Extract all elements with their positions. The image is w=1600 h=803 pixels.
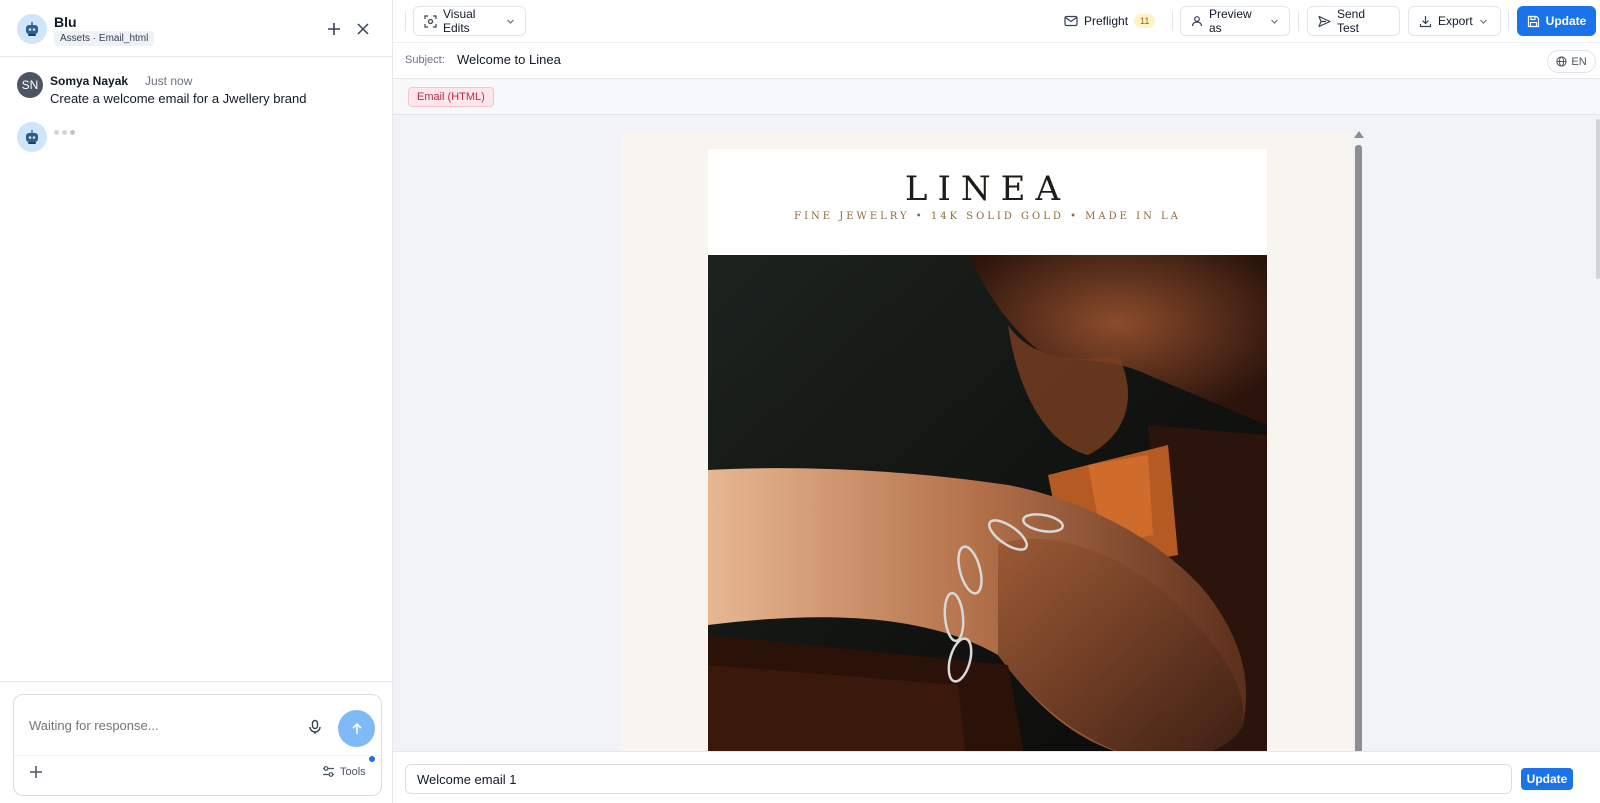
sliders-icon (323, 766, 334, 777)
assistant-name: Blu (54, 14, 77, 30)
mail-icon (1064, 15, 1078, 27)
plus-icon (328, 23, 340, 35)
globe-icon (1556, 56, 1567, 67)
subject-label: Subject: (405, 54, 445, 66)
download-icon (1419, 15, 1432, 27)
update-label: Update (1545, 14, 1587, 28)
chevron-down-icon (1271, 19, 1278, 24)
toolbar: Visual Edits Preflight 11 Preview as Sen… (393, 0, 1600, 43)
preflight-count-badge: 11 (1134, 14, 1156, 28)
subject-row: Subject: Welcome to Linea EN (393, 43, 1600, 79)
asset-name-input[interactable] (405, 764, 1512, 794)
composer-area: Tools (0, 681, 392, 803)
chat-header: Blu Assets · Email_html (0, 0, 392, 57)
user-icon (1191, 16, 1203, 27)
scroll-up-arrow[interactable] (1354, 131, 1364, 138)
notification-dot (369, 756, 375, 762)
export-dropdown[interactable]: Export (1408, 6, 1501, 36)
send-icon (1318, 15, 1331, 27)
loading-dots (54, 130, 75, 135)
user-avatar: SN (17, 72, 43, 98)
brand-logo: LINEA (904, 169, 1071, 209)
email-preview: LINEA FINE JEWELRY • 14K SOLID GOLD • MA… (622, 131, 1351, 751)
divider (14, 755, 381, 756)
preview-scrollbar[interactable] (1354, 131, 1364, 751)
preview-as-label: Preview as (1209, 7, 1252, 35)
page-scrollbar[interactable] (1596, 119, 1600, 279)
format-row: Email (HTML) (393, 79, 1600, 115)
language-selector[interactable]: EN (1547, 50, 1596, 73)
attach-button[interactable] (29, 765, 45, 781)
language-label: EN (1571, 55, 1587, 68)
bottom-update-button[interactable]: Update (1521, 768, 1573, 790)
send-button[interactable] (338, 710, 375, 747)
microphone-button[interactable] (307, 719, 323, 735)
brand-tagline: FINE JEWELRY • 14K SOLID GOLD • MADE IN … (794, 211, 1181, 222)
email-header: LINEA FINE JEWELRY • 14K SOLID GOLD • MA… (708, 149, 1267, 255)
composer: Tools (13, 694, 382, 796)
visual-edits-dropdown[interactable]: Visual Edits (413, 6, 526, 36)
divider (405, 11, 406, 31)
divider (1172, 11, 1173, 31)
close-panel-button[interactable] (352, 18, 374, 40)
new-chat-button[interactable] (323, 18, 345, 40)
chevron-down-icon (1479, 19, 1487, 24)
preflight-label: Preflight (1084, 14, 1129, 28)
tools-button[interactable]: Tools (322, 765, 366, 778)
bot-avatar (17, 122, 47, 152)
microphone-icon (309, 719, 321, 734)
divider (1508, 11, 1509, 31)
hero-image (708, 255, 1267, 751)
update-button[interactable]: Update (1517, 6, 1596, 36)
tools-label: Tools (340, 765, 366, 778)
divider (1298, 11, 1299, 31)
bottom-bar: Update (393, 751, 1600, 803)
preview-as-dropdown[interactable]: Preview as (1180, 6, 1290, 36)
message-text: Create a welcome email for a Jwellery br… (50, 91, 307, 106)
close-icon (357, 23, 369, 35)
robot-icon (26, 130, 38, 144)
format-tag[interactable]: Email (HTML) (408, 87, 494, 107)
plus-icon (30, 766, 42, 778)
visual-edits-label: Visual Edits (443, 7, 476, 35)
visual-edit-icon (424, 14, 437, 28)
robot-icon (26, 22, 38, 36)
message-input[interactable] (29, 705, 304, 745)
email-preview-canvas: LINEA FINE JEWELRY • 14K SOLID GOLD • MA… (393, 115, 1600, 751)
scrollbar-thumb[interactable] (1355, 145, 1362, 751)
context-badge: Assets · Email_html (54, 31, 155, 46)
message-time: Just now (145, 74, 193, 88)
subject-field[interactable]: Welcome to Linea (457, 52, 561, 67)
chevron-down-icon (507, 19, 514, 24)
bot-avatar (17, 14, 47, 44)
chat-panel: Blu Assets · Email_html SN Somya Nayak J… (0, 0, 393, 803)
send-test-label: Send Test (1337, 7, 1366, 35)
save-icon (1527, 15, 1539, 27)
export-label: Export (1438, 14, 1473, 28)
message-author: Somya Nayak (50, 74, 129, 88)
editor-panel: Visual Edits Preflight 11 Preview as Sen… (393, 0, 1600, 803)
arrow-up-icon (351, 722, 362, 734)
hero-photo-illustration (708, 255, 1267, 751)
preflight-button[interactable]: Preflight 11 (1053, 6, 1156, 36)
send-test-button[interactable]: Send Test (1307, 6, 1400, 36)
